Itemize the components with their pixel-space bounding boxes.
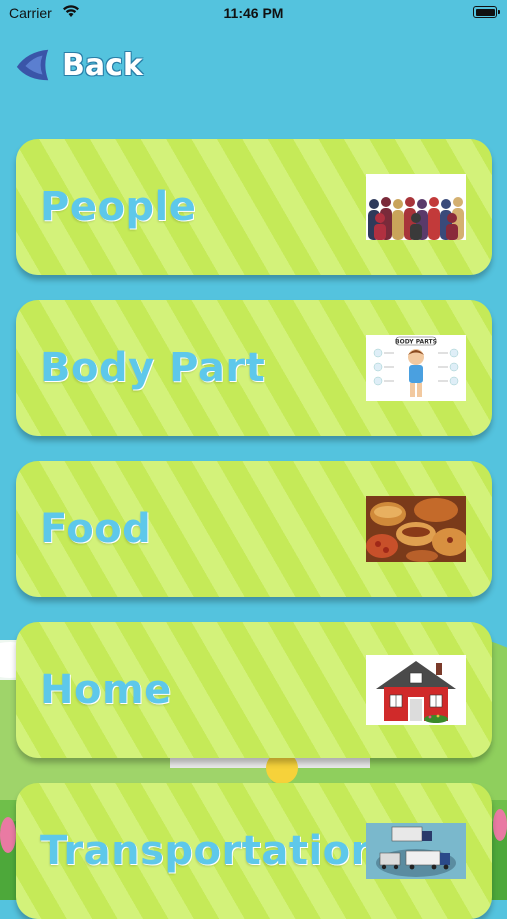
category-card-body-part[interactable]: Body Part BODY PARTS: [16, 300, 492, 436]
body-parts-image-title: BODY PARTS: [395, 338, 437, 345]
category-label: Home: [40, 667, 172, 713]
category-label: Transportation: [40, 828, 380, 874]
status-bar: Carrier 11:46 PM: [0, 0, 507, 30]
background-scenery: [0, 630, 507, 900]
category-label: Body Part: [40, 345, 266, 391]
status-time: 11:46 PM: [223, 5, 284, 21]
category-label: People: [40, 184, 197, 230]
house-image: [366, 655, 466, 725]
back-label: Back: [62, 47, 143, 83]
category-label: Food: [40, 506, 152, 552]
crowd-image: [366, 174, 466, 240]
back-button[interactable]: Back: [14, 44, 143, 86]
category-card-people[interactable]: People: [16, 139, 492, 275]
food-image: [366, 496, 466, 562]
category-card-transportation[interactable]: Transportation: [16, 783, 492, 919]
category-card-food[interactable]: Food: [16, 461, 492, 597]
transportation-image: [366, 823, 466, 879]
back-arrow-icon: [16, 49, 49, 81]
battery-icon: [473, 6, 500, 18]
category-card-home[interactable]: Home: [16, 622, 492, 758]
body-parts-image: BODY PARTS: [366, 335, 466, 401]
